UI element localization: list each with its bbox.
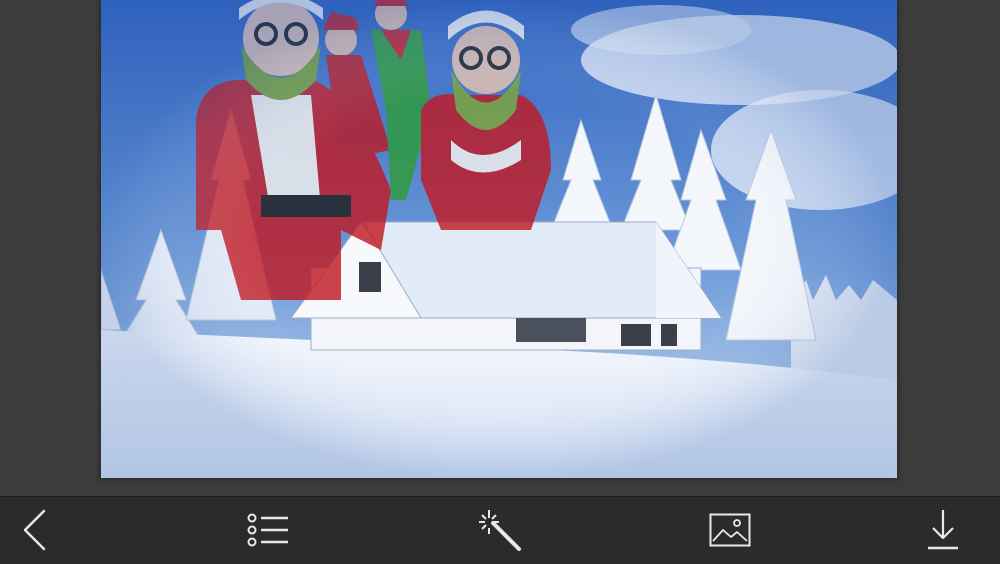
edited-photo[interactable] xyxy=(101,0,897,478)
menu-list-button[interactable] xyxy=(243,505,293,555)
magic-wand-icon xyxy=(479,510,521,551)
background-image-button[interactable] xyxy=(705,505,755,555)
back-button[interactable] xyxy=(10,505,60,555)
bottom-toolbar xyxy=(0,496,1000,564)
image-icon xyxy=(709,513,751,547)
download-icon xyxy=(928,510,958,550)
effects-button[interactable] xyxy=(475,505,525,555)
download-button[interactable] xyxy=(918,505,968,555)
chevron-left-icon xyxy=(23,509,46,551)
list-icon xyxy=(247,513,288,547)
editor-canvas-area xyxy=(0,0,1000,496)
photo-composite xyxy=(101,0,897,478)
